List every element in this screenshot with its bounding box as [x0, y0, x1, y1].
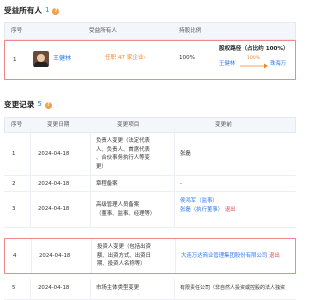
path-percent: 100%: [247, 56, 261, 61]
chevron-right-icon: ›: [143, 55, 146, 61]
beneficiary-name-link[interactable]: 王健林: [53, 55, 71, 63]
path-from-link[interactable]: 王健林: [219, 61, 235, 68]
exit-badge: 退出: [224, 207, 236, 213]
company-detail-page: 受益所有人 1 ? 序号 受益所有人 持股比例 1 王健林 任职 47 家企业›…: [0, 0, 300, 300]
row-seq: 3: [12, 206, 16, 212]
col-header-date: 变更日期: [47, 122, 70, 128]
table-row: 5 2024-04-18 市场主体类型变更 有限责任公司（非自然人投资或控股的法…: [4, 279, 296, 300]
changes-count: 5: [37, 100, 42, 109]
equity-path-title: 股权路径（占比约 100%）: [219, 46, 289, 52]
row-date: 2024-04-18: [38, 206, 70, 212]
row-date: 2024-04-18: [38, 151, 70, 157]
row-seq: 4: [13, 253, 17, 259]
col-header-seq: 序号: [11, 28, 23, 34]
table-row-highlighted: 4 2024-04-18 投资人变更（包括出资 额、出资方式、出资日 期、投资人…: [4, 238, 296, 274]
related-companies-link[interactable]: 任职 47 家企业›: [105, 55, 146, 63]
beneficiary-section-header: 受益所有人 1 ?: [4, 6, 60, 16]
before-value: 侯鸿军（监事） 张磊（执行董事） 退出: [180, 197, 236, 215]
help-icon[interactable]: ?: [44, 101, 52, 109]
row-seq: 5: [12, 285, 16, 291]
row-item: 章程备案: [96, 181, 118, 187]
col-header-before: 变更前: [215, 122, 232, 128]
changes-section-title: 变更记录: [4, 100, 35, 109]
equity-path-diagram: 王健林 100% 珠海万: [219, 56, 297, 71]
row-seq: 1: [13, 57, 17, 63]
before-value: 大连万达商业管理集团股份有限公司 退出: [181, 253, 280, 260]
row-item: 高级管理人员备案 （董事、监事、经理等）: [96, 202, 156, 217]
col-header-percent: 持股比例: [179, 28, 202, 34]
help-icon[interactable]: ?: [52, 7, 60, 15]
related-companies-label: 任职 47 家企业: [105, 55, 144, 61]
before-value-link[interactable]: 张磊: [180, 151, 191, 158]
table-row: 1 2024-04-18 负责人变更（法定代表 人、负责人、首席代表 、合伙事务…: [4, 133, 296, 176]
ownership-percent: 100%: [179, 55, 195, 61]
changes-table-header: 序号 变更日期 变更项目 变更前: [4, 117, 296, 133]
row-date: 2024-04-18: [39, 253, 71, 259]
beneficiary-row: 1 王健林 任职 47 家企业› 100% 股权路径（占比约 100%） 王健林…: [4, 40, 296, 80]
beneficiary-section-title: 受益所有人: [4, 6, 42, 15]
row-item: 市场主体类型变更: [96, 285, 140, 291]
row-seq: 1: [12, 151, 16, 157]
col-header-seq: 序号: [11, 122, 23, 128]
row-date: 2024-04-18: [38, 285, 70, 291]
table-row: 2 2024-04-18 章程备案 -: [4, 176, 296, 192]
before-value: -: [180, 181, 182, 187]
col-header-beneficiary: 受益所有人: [89, 28, 117, 34]
changes-section-header: 变更记录 5 ?: [4, 100, 52, 110]
person-link[interactable]: 侯鸿军（监事）: [180, 197, 236, 206]
beneficiary-table-header: 序号 受益所有人 持股比例: [4, 22, 296, 40]
row-item: 投资人变更（包括出资 额、出资方式、出资日 期、投资人名称等）: [97, 244, 151, 267]
company-link[interactable]: 大连万达商业管理集团股份有限公司: [181, 253, 267, 259]
path-to-link[interactable]: 珠海万: [270, 61, 286, 68]
before-value: 有限责任公司（非自然人投资或控股的法人独资: [180, 285, 286, 291]
table-row: 3 2024-04-18 高级管理人员备案 （董事、监事、经理等） 侯鸿军（监事…: [4, 192, 296, 228]
exit-badge: 退出: [268, 253, 280, 259]
person-link[interactable]: 张磊（执行董事）: [180, 207, 223, 213]
beneficiary-count: 1: [44, 6, 50, 15]
row-seq: 2: [12, 181, 16, 187]
arrow-right-icon: [240, 63, 268, 69]
avatar: [33, 51, 49, 67]
row-date: 2024-04-18: [38, 181, 70, 187]
col-header-item: 变更项目: [117, 122, 140, 128]
row-item: 负责人变更（法定代表 人、负责人、首席代表 、合伙事务执行人等变 更）: [96, 138, 150, 170]
